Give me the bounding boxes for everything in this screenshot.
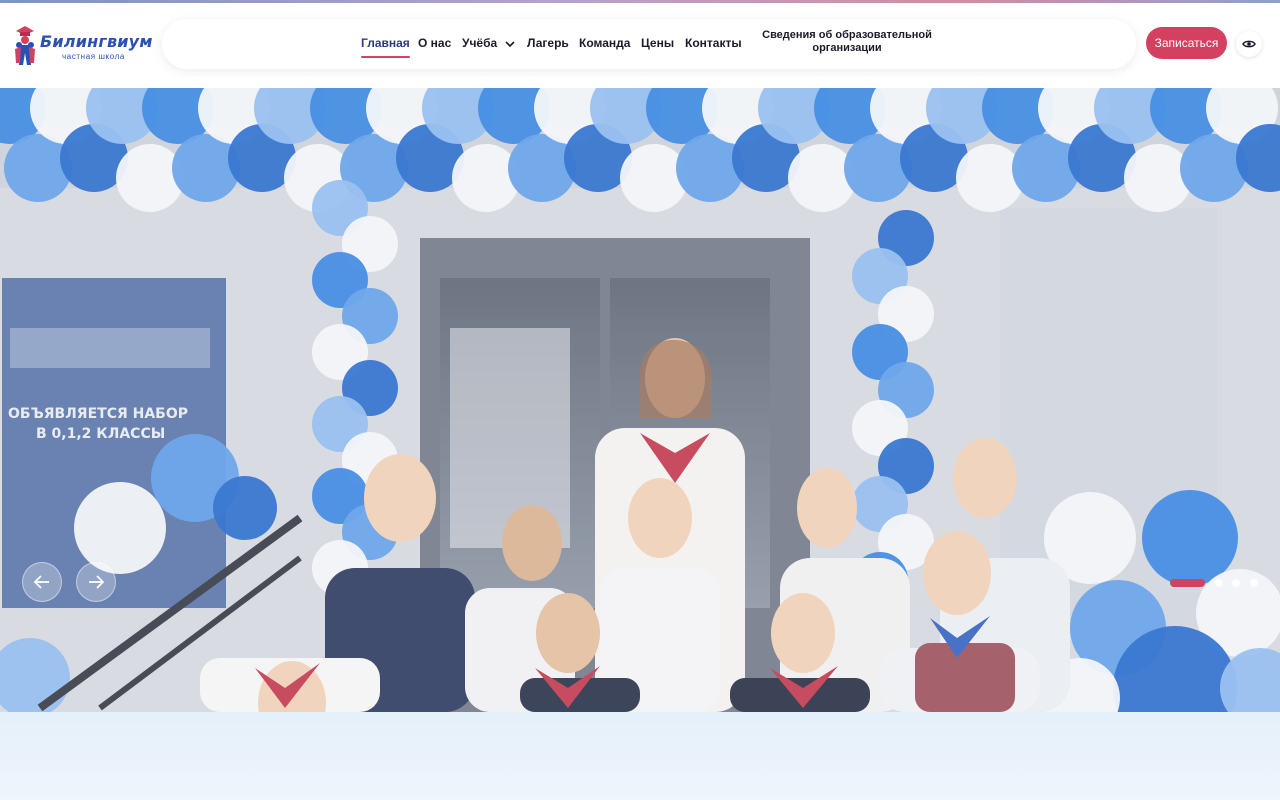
site-header: Билингвиум частная школа Главная О нас У… xyxy=(0,3,1280,88)
slider-prev-button[interactable] xyxy=(22,562,62,602)
org-info-line1: Сведения об образовательной xyxy=(762,29,932,41)
nav-item-label: Команда xyxy=(579,36,631,50)
nav-item-label: Цены xyxy=(641,36,675,50)
main-nav: Главная О нас Учёба Лагерь Команда Цены … xyxy=(162,19,1136,69)
slider-dot-2[interactable] xyxy=(1215,579,1223,587)
nav-item-label: Лагерь xyxy=(527,36,569,50)
nav-item-about[interactable]: О нас xyxy=(418,36,451,50)
nav-item-contacts[interactable]: Контакты xyxy=(685,36,742,50)
nav-item-team[interactable]: Команда xyxy=(579,36,630,50)
accessibility-toggle[interactable] xyxy=(1236,31,1262,57)
nav-item-home[interactable]: Главная xyxy=(361,36,410,58)
active-nav-indicator xyxy=(361,56,410,58)
nav-item-prices[interactable]: Цены xyxy=(641,36,674,50)
nav-item-label: Контакты xyxy=(685,36,742,50)
nav-item-study[interactable]: Учёба xyxy=(462,36,515,50)
nav-item-camp[interactable]: Лагерь xyxy=(527,36,569,50)
logo-wordmark: Билингвиум xyxy=(40,32,153,51)
org-info-line2: организации xyxy=(812,42,882,54)
logo-tagline: частная школа xyxy=(62,52,125,61)
nav-item-org-info[interactable]: Сведения об образовательной организации xyxy=(757,29,937,55)
next-section-background xyxy=(0,712,1280,800)
nav-item-label: Главная xyxy=(361,36,410,50)
hero-slider: ОБЪЯВЛЯЕТСЯ НАБОР В 0,1,2 КЛАССЫ xyxy=(0,88,1280,712)
arrow-left-icon xyxy=(34,575,49,589)
slider-dot-1[interactable] xyxy=(1170,579,1205,587)
nav-item-label: Учёба xyxy=(462,36,498,50)
arrow-right-icon xyxy=(89,575,104,589)
eye-icon xyxy=(1242,40,1256,48)
nav-item-label: О нас xyxy=(418,36,452,50)
slider-dot-4[interactable] xyxy=(1250,579,1258,587)
signup-button[interactable]: Записаться xyxy=(1146,27,1227,59)
school-logo[interactable]: Билингвиум частная школа xyxy=(12,23,154,67)
slider-next-button[interactable] xyxy=(76,562,116,602)
hero-photo: ОБЪЯВЛЯЕТСЯ НАБОР В 0,1,2 КЛАССЫ xyxy=(0,88,1280,712)
slider-dot-3[interactable] xyxy=(1232,579,1240,587)
chevron-down-icon xyxy=(504,41,515,47)
logo-emblem-icon xyxy=(15,26,35,65)
